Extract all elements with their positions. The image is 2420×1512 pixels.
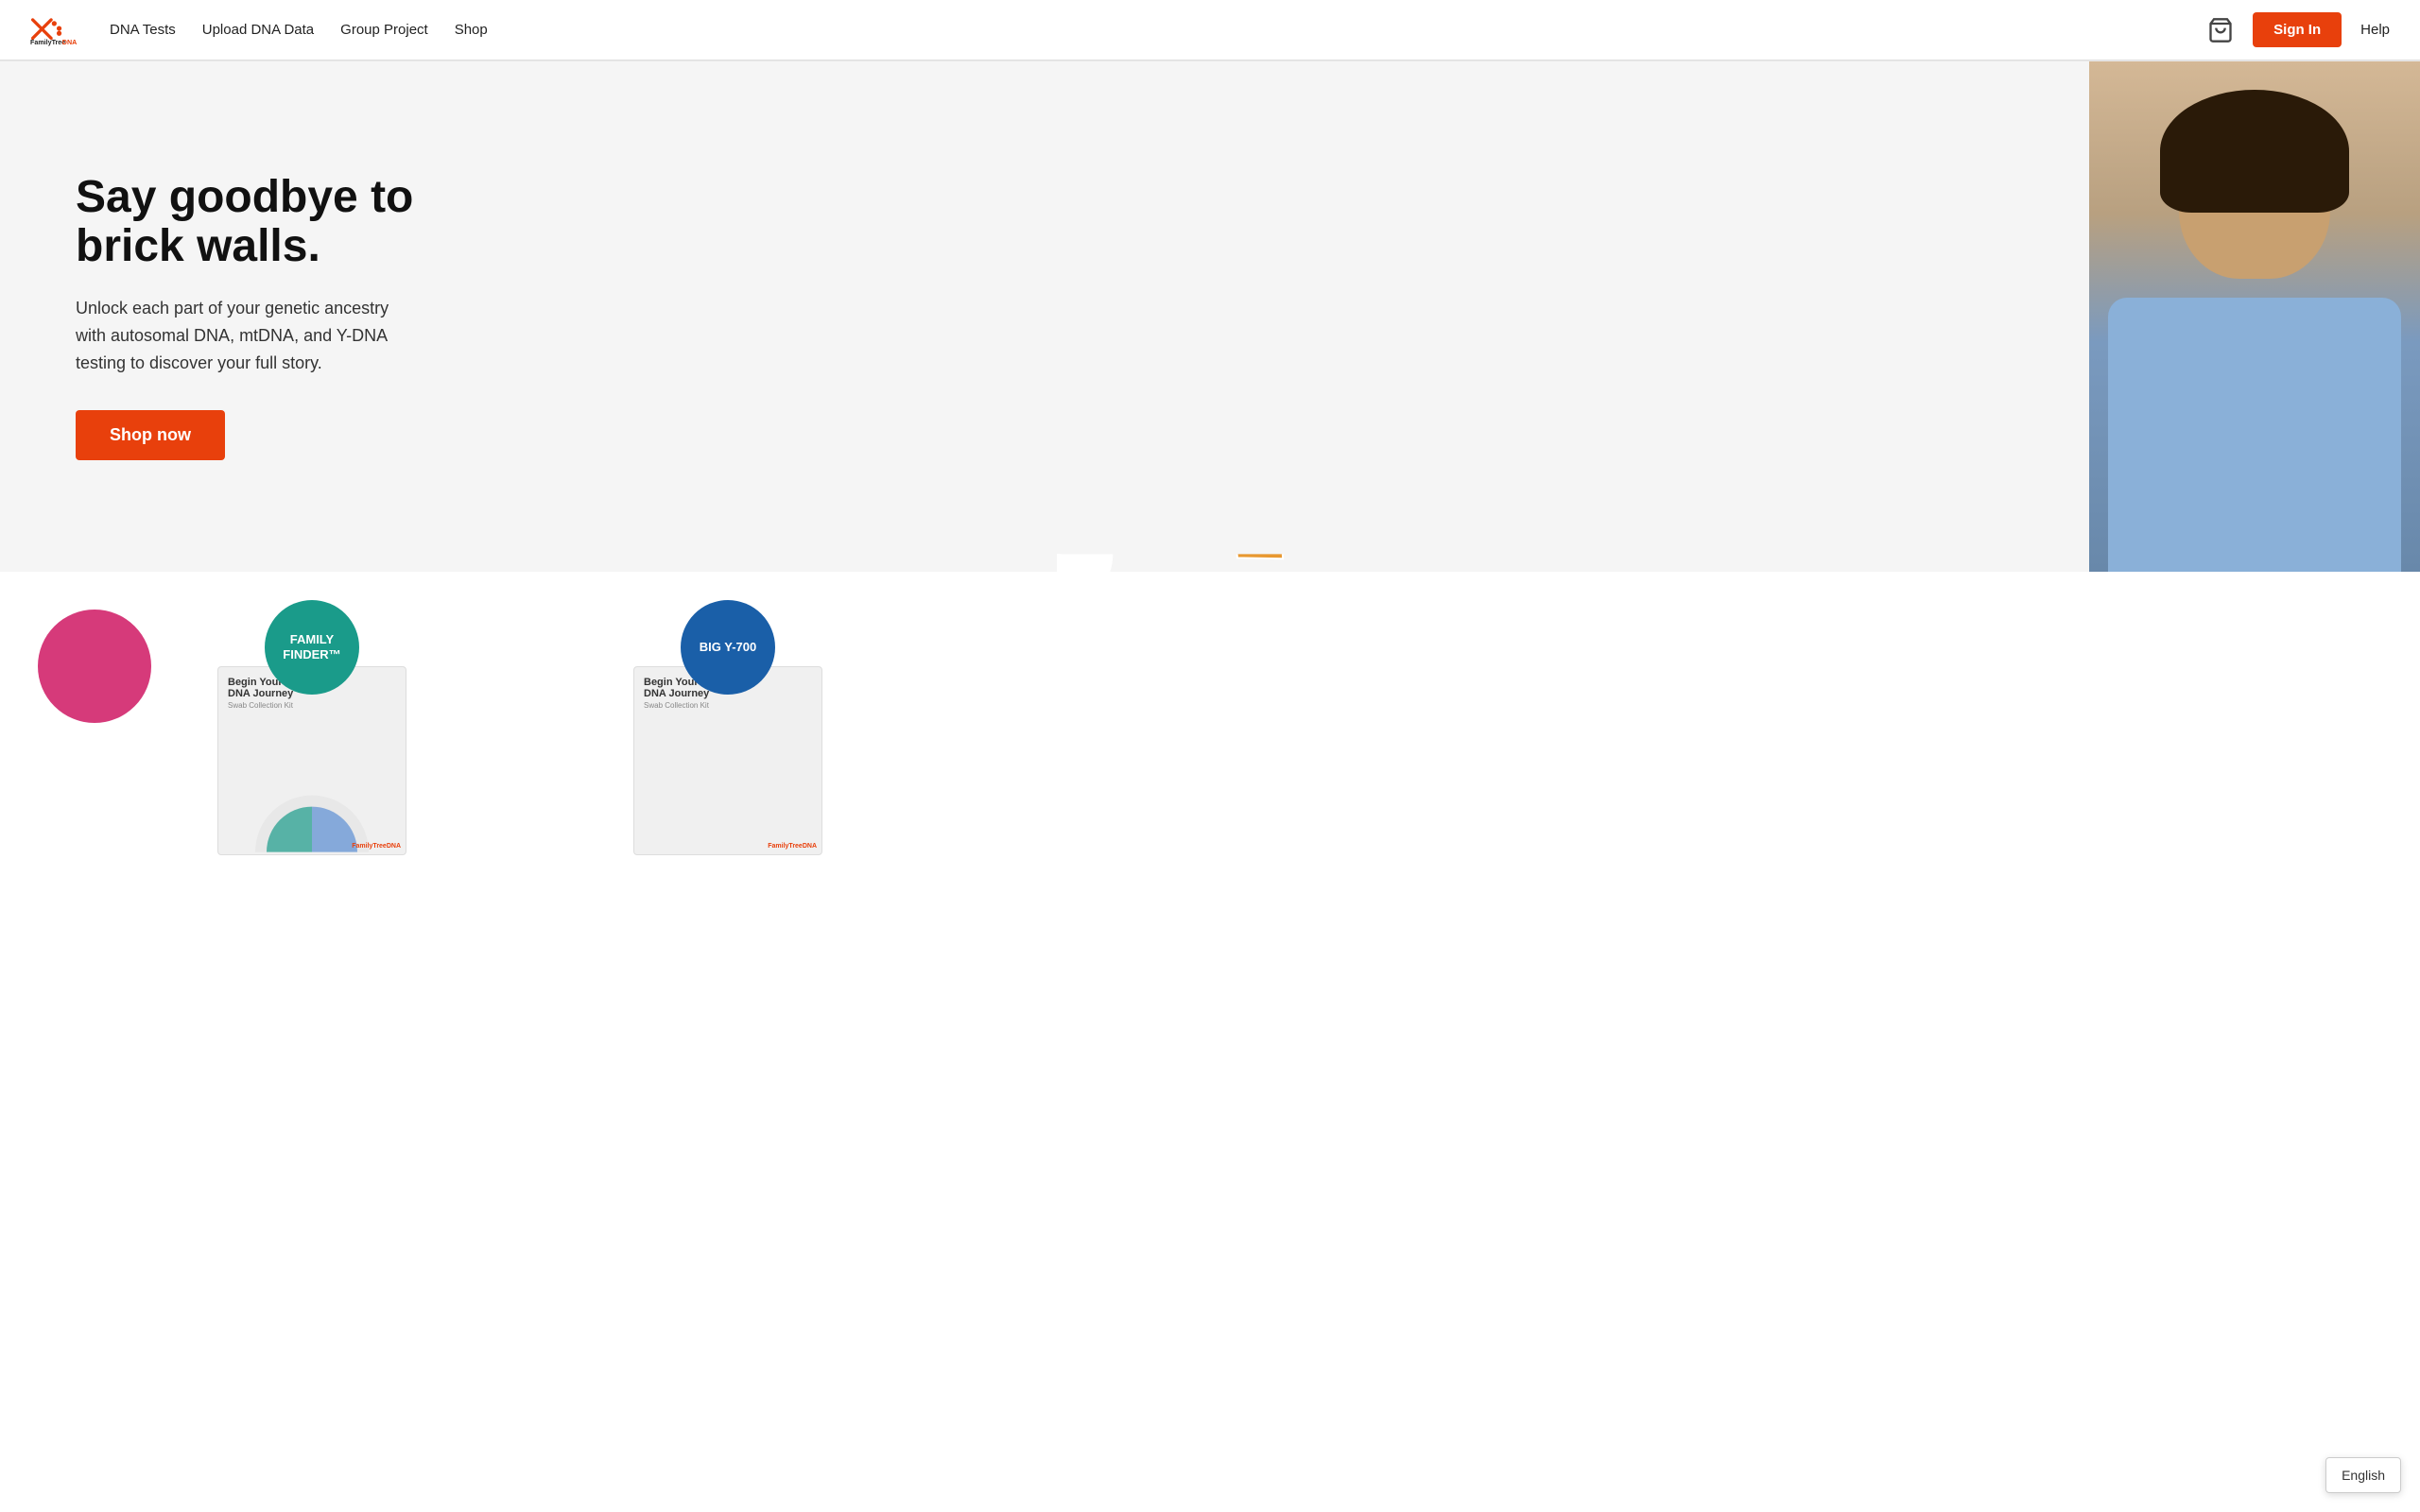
hero-title: Say goodbye to brick walls.: [76, 173, 416, 273]
box-subtitle-y: Swab Collection Kit: [644, 701, 812, 710]
product-badge-big-y: BIG Y-700: [681, 600, 775, 695]
wheel-ring-3-blue: [1016, 326, 1203, 554]
wheel-ring-2-purple: [982, 417, 1084, 555]
hero-section: Say goodbye to brick walls. Unlock each …: [0, 61, 2420, 572]
you-label: YOU: [1039, 505, 1075, 524]
box-logo-y: FamilyTreeDNA: [768, 843, 817, 850]
box-subtitle: Swab Collection Kit: [228, 701, 396, 710]
hero-visual: YOU: [726, 61, 2420, 572]
wheel-ring-4-teal: [773, 217, 1084, 554]
wheel-ring-4-orange: [1057, 276, 1340, 554]
header-left: FamilyTree DNA DNA Tests Upload DNA Data…: [30, 13, 488, 47]
svg-text:FamilyTree: FamilyTree: [30, 38, 65, 45]
box-logo: FamilyTreeDNA: [352, 843, 401, 850]
header-right: Sign In Help: [2207, 12, 2390, 47]
wheel-ring-2-orange: [1057, 468, 1194, 555]
person-photo-area: [2089, 61, 2420, 572]
sign-in-button[interactable]: Sign In: [2253, 12, 2342, 47]
product-badge-family-finder: FAMILYFINDER™: [265, 600, 359, 695]
product-badge-label: FAMILYFINDER™: [283, 632, 340, 662]
shop-now-button[interactable]: Shop now: [76, 410, 225, 460]
logo-link[interactable]: FamilyTree DNA: [30, 13, 79, 47]
product-family-finder: FAMILYFINDER™ Begin Your DNA Journey Swa…: [189, 628, 435, 855]
wheel-svg: YOU: [773, 80, 1340, 572]
nav-shop[interactable]: Shop: [455, 22, 488, 38]
ancestry-wheel: YOU: [773, 80, 1340, 572]
wheel-ring-1-purple: [984, 481, 1112, 554]
person-silhouette: [2089, 61, 2420, 572]
hero-subtitle: Unlock each part of your genetic ancestr…: [76, 295, 416, 376]
wheel-ring-2-blue: [1057, 420, 1167, 555]
product-badge-big-y-label: BIG Y-700: [700, 640, 756, 655]
wheel-ring-5-teal: [773, 116, 1102, 554]
nav-dna-tests[interactable]: DNA Tests: [110, 22, 176, 38]
wheel-ring-1-orange: [1057, 506, 1130, 554]
wheel-ring-3-teal: [829, 329, 1057, 554]
product-big-y: BIG Y-700 Begin Your DNA Journey Swab Co…: [605, 628, 851, 855]
shirt: [2108, 298, 2401, 572]
products-section: FAMILYFINDER™ Begin Your DNA Journey Swa…: [0, 572, 2420, 893]
nav-group-project[interactable]: Group Project: [340, 22, 428, 38]
nav-upload-dna[interactable]: Upload DNA Data: [202, 22, 314, 38]
wheel-ring-5-red: [1057, 119, 1340, 555]
product-badge-pink: [38, 610, 151, 723]
product-box-big-y: Begin Your DNA Journey Swab Collection K…: [633, 666, 822, 855]
wheel-ring-2-teal: [920, 433, 1057, 554]
main-nav: DNA Tests Upload DNA Data Group Project …: [110, 22, 488, 38]
language-badge[interactable]: English: [2325, 1457, 2401, 1493]
hair: [2160, 90, 2349, 213]
logo-icon: FamilyTree DNA: [30, 13, 79, 47]
wheel-ring-4-blue: [1057, 219, 1225, 555]
wheel-ring-3-orange: [1057, 386, 1283, 558]
product-box-family-finder: Begin Your DNA Journey Swab Collection K…: [217, 666, 406, 855]
language-label: English: [2342, 1468, 2385, 1483]
wheel-center: [1002, 500, 1112, 572]
help-link[interactable]: Help: [2360, 22, 2390, 38]
cart-icon[interactable]: [2207, 17, 2234, 43]
svg-text:DNA: DNA: [62, 38, 77, 45]
hero-content: Say goodbye to brick walls. Unlock each …: [0, 116, 492, 518]
site-header: FamilyTree DNA DNA Tests Upload DNA Data…: [0, 0, 2420, 60]
